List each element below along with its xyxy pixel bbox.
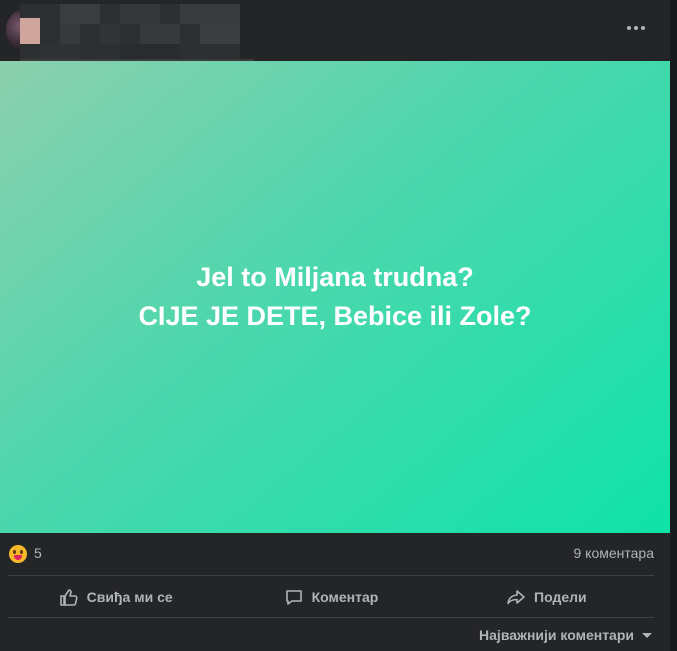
post-header <box>0 0 670 61</box>
post-text-line-1: Jel to Miljana trudna? <box>196 262 474 292</box>
thumbs-up-icon <box>59 589 78 606</box>
action-bar: Свиђа ми се Коментар Подели <box>8 577 654 617</box>
reaction-count[interactable]: 5 <box>34 545 42 561</box>
more-options-button[interactable] <box>618 12 654 44</box>
ellipsis-horizontal-icon <box>627 26 631 30</box>
like-button[interactable]: Свиђа ми се <box>8 577 223 617</box>
page-background-edge <box>670 0 677 651</box>
comment-label: Коментар <box>311 589 379 605</box>
post-text-background: Jel to Miljana trudna? CIJE JE DETE, Beb… <box>0 61 670 533</box>
divider <box>8 575 654 576</box>
author-name-redacted[interactable] <box>20 4 240 60</box>
comment-bubble-icon <box>285 590 302 605</box>
haha-reaction-icon[interactable] <box>9 545 27 563</box>
share-label: Подели <box>534 589 587 605</box>
comment-button[interactable]: Коментар <box>223 577 438 617</box>
divider <box>8 617 654 618</box>
like-label: Свиђа ми се <box>86 589 173 605</box>
post-card: Jel to Miljana trudna? CIJE JE DETE, Beb… <box>0 0 670 651</box>
post-text-line-2: CIJE JE DETE, Bebice ili Zole? <box>138 301 532 331</box>
comment-sort-dropdown[interactable]: Најважнији коментари <box>479 627 652 643</box>
comment-count[interactable]: 9 коментара <box>574 545 655 561</box>
share-button[interactable]: Подели <box>439 577 654 617</box>
caret-down-icon <box>642 632 652 638</box>
post-stats: 5 9 коментара <box>0 533 670 575</box>
comment-sort-label: Најважнији коментари <box>479 627 634 643</box>
share-arrow-icon <box>507 590 525 605</box>
